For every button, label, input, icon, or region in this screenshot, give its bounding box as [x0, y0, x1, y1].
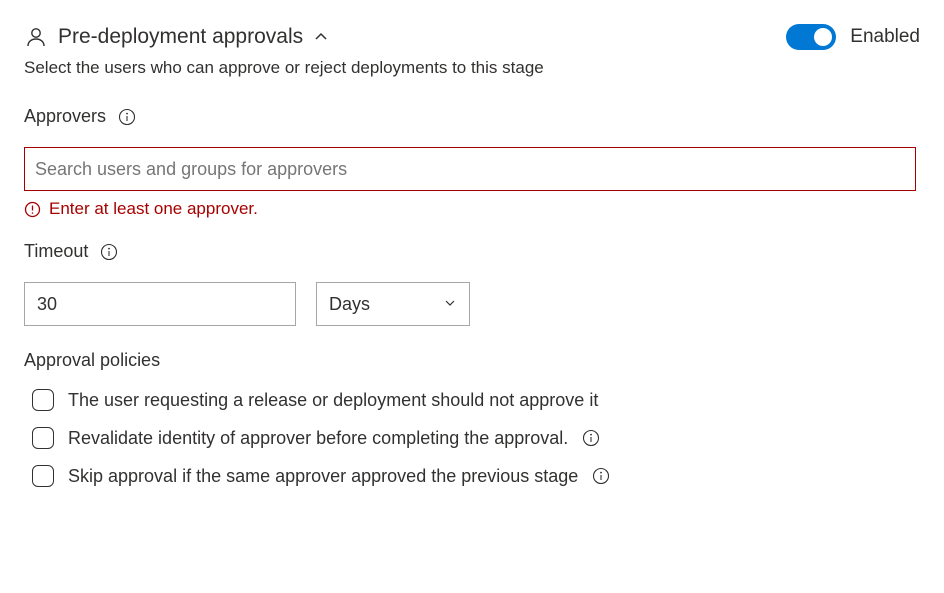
- policy-label: The user requesting a release or deploym…: [68, 390, 598, 411]
- approvers-label: Approvers: [24, 106, 106, 127]
- info-icon[interactable]: [118, 108, 136, 126]
- approvers-error: Enter at least one approver.: [24, 199, 920, 219]
- toggle-label: Enabled: [850, 26, 920, 48]
- chevron-up-icon[interactable]: [313, 29, 329, 45]
- info-icon[interactable]: [582, 429, 600, 447]
- info-icon[interactable]: [592, 467, 610, 485]
- timeout-unit-value: Days: [329, 294, 370, 315]
- policy-checkbox[interactable]: [32, 427, 54, 449]
- section-header: Pre-deployment approvals Enabled: [24, 24, 920, 50]
- enabled-toggle[interactable]: [786, 24, 836, 50]
- policy-row: The user requesting a release or deploym…: [24, 389, 920, 411]
- timeout-label-row: Timeout: [24, 241, 920, 262]
- policy-checkbox[interactable]: [32, 389, 54, 411]
- section-description: Select the users who can approve or reje…: [24, 58, 920, 78]
- policy-row: Revalidate identity of approver before c…: [24, 427, 920, 449]
- info-icon[interactable]: [100, 243, 118, 261]
- enabled-toggle-group: Enabled: [786, 24, 920, 50]
- timeout-unit-select[interactable]: Days: [316, 282, 470, 326]
- timeout-label: Timeout: [24, 241, 88, 262]
- section-title: Pre-deployment approvals: [58, 25, 303, 49]
- policies-title: Approval policies: [24, 350, 920, 371]
- chevron-down-icon: [443, 294, 457, 315]
- policy-checkbox[interactable]: [32, 465, 54, 487]
- toggle-knob: [814, 28, 832, 46]
- error-icon: [24, 201, 41, 218]
- approvers-search-input[interactable]: [24, 147, 916, 191]
- person-icon: [24, 25, 48, 49]
- header-left: Pre-deployment approvals: [24, 25, 329, 49]
- error-text: Enter at least one approver.: [49, 199, 258, 219]
- policy-label: Skip approval if the same approver appro…: [68, 466, 578, 487]
- approvers-label-row: Approvers: [24, 106, 920, 127]
- policy-label: Revalidate identity of approver before c…: [68, 428, 568, 449]
- policy-row: Skip approval if the same approver appro…: [24, 465, 920, 487]
- timeout-inputs: Days: [24, 282, 920, 326]
- timeout-value-input[interactable]: [24, 282, 296, 326]
